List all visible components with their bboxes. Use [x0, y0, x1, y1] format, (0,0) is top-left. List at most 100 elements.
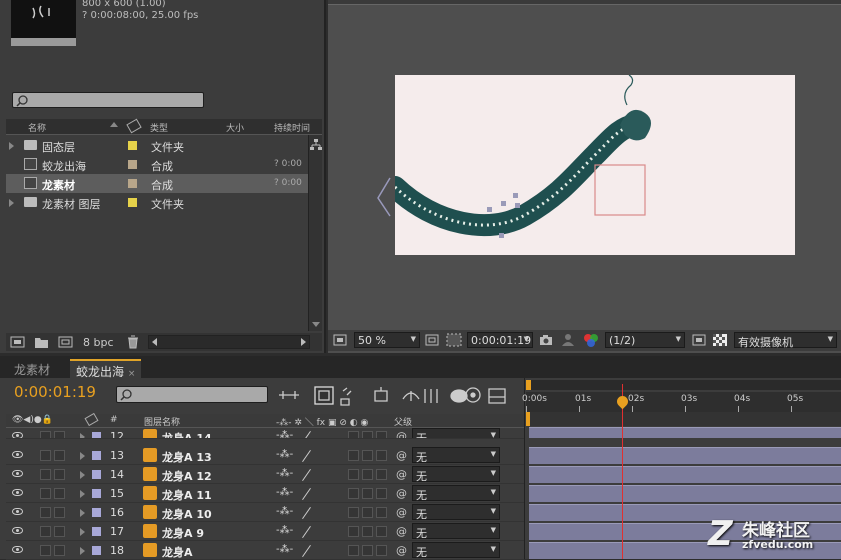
lock-toggle[interactable]	[54, 545, 65, 556]
switch-box[interactable]	[362, 469, 373, 480]
switch-box[interactable]	[362, 488, 373, 499]
show-snapshot-icon[interactable]	[561, 333, 575, 347]
expand-triangle-icon[interactable]	[80, 452, 85, 460]
layer-duration-bar[interactable]	[529, 447, 841, 464]
project-item-comp[interactable]: 蛟龙出海 合成 ? 0:00	[6, 155, 308, 174]
expand-triangle-icon[interactable]	[80, 509, 85, 517]
layer-name[interactable]: 龙身A 14	[162, 430, 212, 438]
parent-dropdown[interactable]: 无	[412, 542, 500, 559]
switch-box[interactable]	[362, 545, 373, 556]
switch-box[interactable]	[348, 526, 359, 537]
layer-name[interactable]: 龙身A 10	[162, 506, 212, 522]
quality-slash-icon[interactable]	[301, 430, 313, 438]
parent-dropdown[interactable]: 无	[412, 428, 500, 438]
layer-name[interactable]: 龙身A 11	[162, 487, 212, 503]
solo-toggle[interactable]	[40, 450, 51, 461]
lock-toggle[interactable]	[54, 450, 65, 461]
shy-switch-icon[interactable]: -⁂-	[276, 487, 293, 498]
quality-slash-icon[interactable]	[301, 487, 313, 499]
expand-triangle-icon[interactable]	[80, 433, 85, 438]
solo-toggle[interactable]	[40, 507, 51, 518]
project-search-input[interactable]	[12, 92, 204, 108]
trash-icon[interactable]	[126, 335, 140, 349]
always-preview-icon[interactable]	[333, 334, 347, 346]
layer-row[interactable]: 17 龙身A 9 -⁂- @ 无	[6, 522, 524, 541]
switch-box[interactable]	[362, 526, 373, 537]
visibility-eye-icon[interactable]	[12, 432, 23, 438]
layer-name[interactable]: 龙身A 9	[162, 525, 204, 541]
visibility-eye-icon[interactable]	[12, 546, 23, 553]
switch-box[interactable]	[376, 526, 387, 537]
solo-toggle[interactable]	[40, 526, 51, 537]
column-type[interactable]: 类型	[150, 121, 168, 134]
in-point-marker[interactable]	[526, 412, 530, 426]
shy-switch-icon[interactable]: -⁂-	[276, 468, 293, 479]
parent-pickwhip-icon[interactable]: @	[396, 525, 407, 538]
expand-triangle-icon[interactable]	[9, 142, 14, 150]
visibility-eye-icon[interactable]	[12, 489, 23, 496]
playhead-line[interactable]	[622, 384, 623, 559]
flowchart-icon[interactable]	[310, 139, 322, 151]
new-folder-icon[interactable]	[34, 335, 50, 349]
parent-dropdown[interactable]: 无	[412, 466, 500, 483]
switch-box[interactable]	[376, 431, 387, 438]
region-of-interest-icon[interactable]	[692, 334, 706, 346]
switch-box[interactable]	[348, 488, 359, 499]
quality-slash-icon[interactable]	[301, 468, 313, 480]
label-color-swatch[interactable]	[92, 470, 101, 479]
label-color-swatch[interactable]	[128, 179, 137, 188]
scroll-right-icon[interactable]	[301, 338, 306, 346]
label-color-swatch[interactable]	[92, 432, 101, 438]
expand-triangle-icon[interactable]	[80, 471, 85, 479]
visibility-eye-icon[interactable]	[12, 451, 23, 458]
solo-toggle[interactable]	[40, 488, 51, 499]
snapshot-camera-icon[interactable]	[539, 334, 553, 346]
lock-toggle[interactable]	[54, 488, 65, 499]
layer-duration-bar[interactable]	[529, 485, 841, 502]
bit-depth-toggle[interactable]: 8 bpc	[83, 336, 114, 349]
parent-pickwhip-icon[interactable]: @	[396, 506, 407, 519]
interpret-footage-icon[interactable]	[10, 335, 26, 349]
shy-switch-icon[interactable]: -⁂-	[276, 430, 293, 438]
switch-box[interactable]	[376, 469, 387, 480]
shy-switch-icon[interactable]: -⁂-	[276, 525, 293, 536]
project-item-folder[interactable]: 固态层 文件夹	[6, 136, 308, 155]
layer-duration-bar[interactable]	[529, 427, 841, 438]
expand-triangle-icon[interactable]	[80, 528, 85, 536]
lock-toggle[interactable]	[54, 526, 65, 537]
label-color-swatch[interactable]	[92, 508, 101, 517]
switch-box[interactable]	[348, 469, 359, 480]
lock-toggle[interactable]	[54, 507, 65, 518]
layer-row[interactable]: 12 龙身A 14 -⁂- @ 无	[6, 427, 524, 439]
label-color-swatch[interactable]	[128, 141, 137, 150]
parent-pickwhip-icon[interactable]: @	[396, 544, 407, 557]
parent-dropdown[interactable]: 无	[412, 504, 500, 521]
switch-box[interactable]	[348, 545, 359, 556]
label-tag-icon[interactable]	[84, 412, 99, 427]
lock-toggle[interactable]	[54, 469, 65, 480]
mask-visibility-icon[interactable]	[446, 333, 462, 347]
layer-name[interactable]: 龙身A 12	[162, 468, 212, 484]
switch-box[interactable]	[348, 431, 359, 438]
parent-dropdown[interactable]: 无	[412, 447, 500, 464]
parent-pickwhip-icon[interactable]: @	[396, 449, 407, 462]
layer-duration-bar[interactable]	[529, 466, 841, 483]
safe-margins-icon[interactable]	[425, 334, 439, 346]
layer-row[interactable]: 14 龙身A 12 -⁂- @ 无	[6, 465, 524, 484]
layer-name[interactable]: 龙身A 13	[162, 449, 212, 465]
composition-canvas[interactable]	[384, 74, 795, 255]
shy-switch-icon[interactable]: -⁂-	[276, 506, 293, 517]
project-scrollbar[interactable]	[308, 135, 322, 331]
column-name[interactable]: 名称	[28, 121, 46, 134]
tab-dragon-comp[interactable]: 蛟龙出海 ×	[70, 359, 142, 379]
switch-box[interactable]	[362, 507, 373, 518]
current-time-display[interactable]: 0:00:01:19	[14, 383, 96, 401]
parent-pickwhip-icon[interactable]: @	[396, 430, 407, 438]
switch-box[interactable]	[348, 450, 359, 461]
column-size[interactable]: 大小	[226, 121, 244, 134]
scroll-down-icon[interactable]	[312, 322, 320, 327]
timeline-search-input[interactable]	[116, 386, 268, 403]
new-composition-icon[interactable]	[58, 335, 74, 349]
project-item-comp-selected[interactable]: 龙素材 合成 ? 0:00	[6, 174, 308, 193]
visibility-eye-icon[interactable]	[12, 508, 23, 515]
